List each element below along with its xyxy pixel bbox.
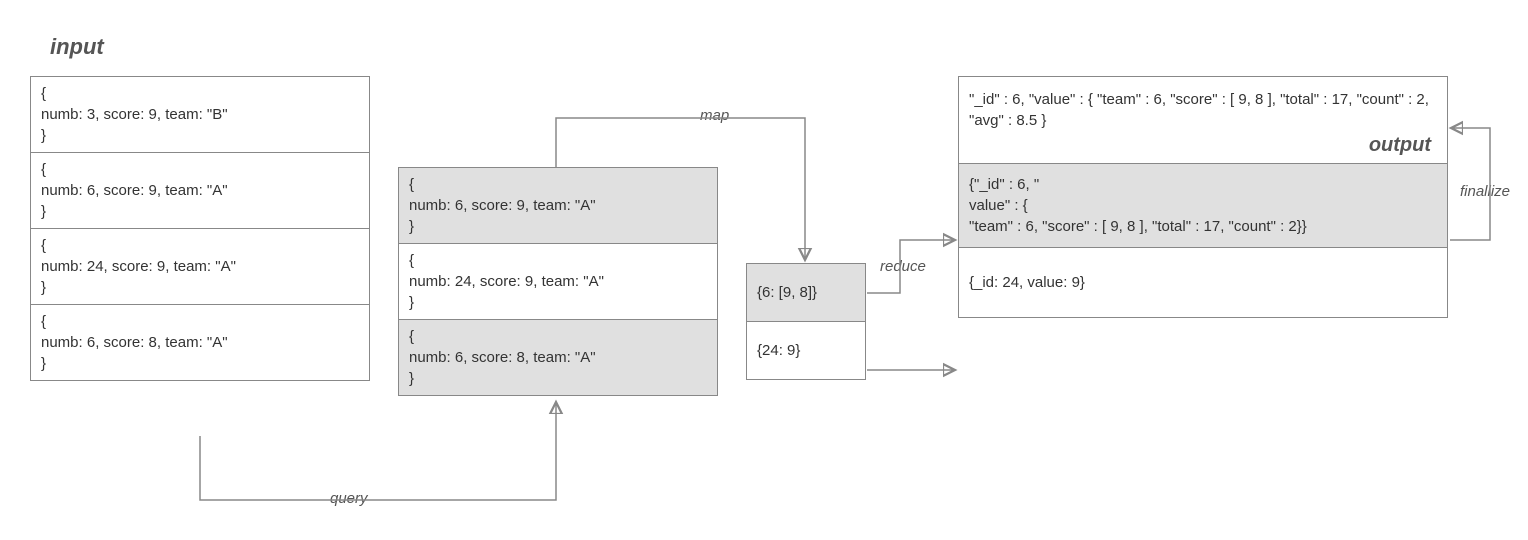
reduce-label: reduce — [880, 258, 926, 275]
map-label: map — [700, 107, 729, 124]
mapped-row: {6: [9, 8]} — [747, 264, 865, 322]
filtered-row: { numb: 6, score: 9, team: "A" } — [399, 168, 717, 244]
output-row-reduced: {"_id" : 6, " value" : { "team" : 6, "sc… — [959, 164, 1447, 248]
input-row: { numb: 24, score: 9, team: "A" } — [31, 229, 369, 305]
filtered-row: { numb: 6, score: 8, team: "A" } — [399, 320, 717, 395]
filtered-row: { numb: 24, score: 9, team: "A" } — [399, 244, 717, 320]
output-title: output — [969, 131, 1437, 159]
finalize-label: finallize — [1460, 183, 1510, 200]
input-row: { numb: 3, score: 9, team: "B" } — [31, 77, 369, 153]
input-row: { numb: 6, score: 8, team: "A" } — [31, 305, 369, 380]
mapped-box: {6: [9, 8]} {24: 9} — [746, 263, 866, 380]
output-box: "_id" : 6, "value" : { "team" : 6, "scor… — [958, 76, 1448, 318]
input-row: { numb: 6, score: 9, team: "A" } — [31, 153, 369, 229]
output-row-final: "_id" : 6, "value" : { "team" : 6, "scor… — [959, 77, 1447, 164]
filtered-box: { numb: 6, score: 9, team: "A" } { numb:… — [398, 167, 718, 396]
mapped-row: {24: 9} — [747, 322, 865, 379]
input-title: input — [50, 34, 104, 60]
input-box: { numb: 3, score: 9, team: "B" } { numb:… — [30, 76, 370, 381]
output-row-single: {_id: 24, value: 9} — [959, 248, 1447, 317]
query-label: query — [330, 490, 368, 507]
output-row-text: "_id" : 6, "value" : { "team" : 6, "scor… — [969, 91, 1429, 129]
